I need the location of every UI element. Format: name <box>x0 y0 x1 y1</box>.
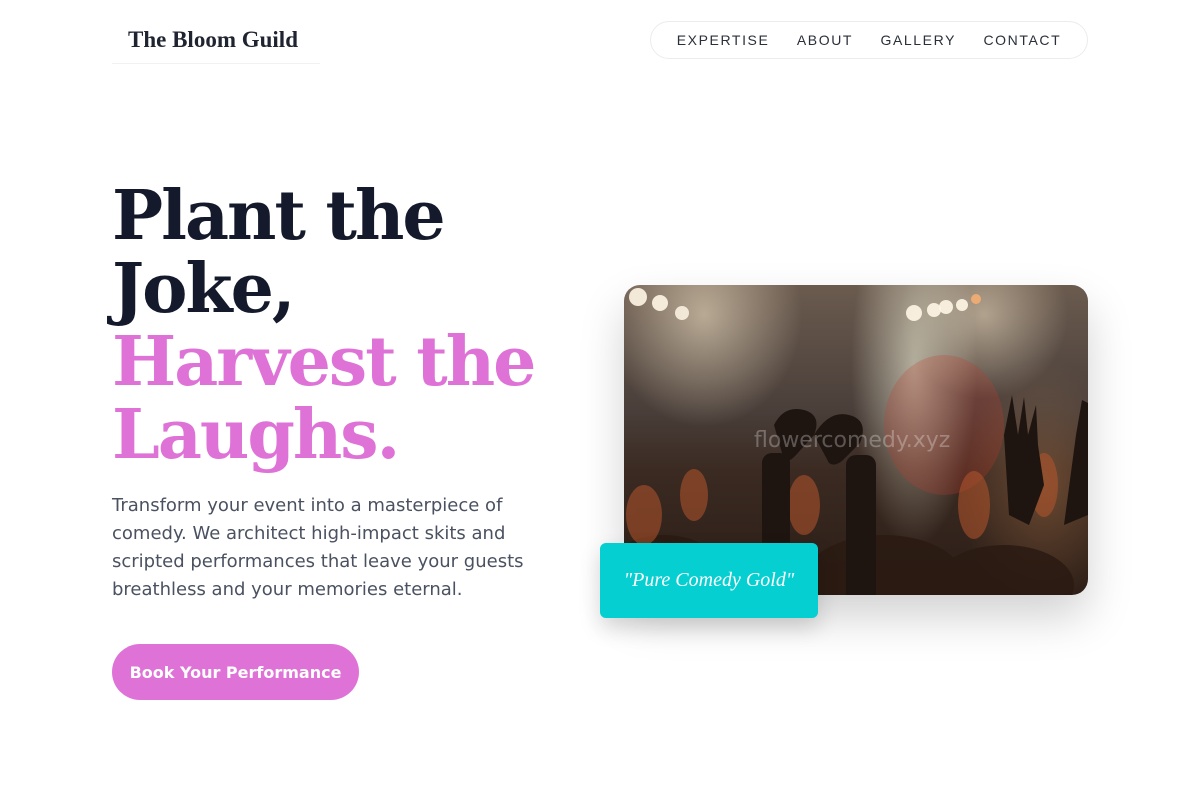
image-watermark: flowercomedy.xyz <box>754 428 951 453</box>
nav-item-contact[interactable]: CONTACT <box>983 32 1061 48</box>
brand-logo[interactable]: The Bloom Guild <box>112 22 320 64</box>
nav-item-about[interactable]: ABOUT <box>797 32 853 48</box>
headline-line-1: Plant the <box>112 176 446 256</box>
nav-item-gallery[interactable]: GALLERY <box>880 32 956 48</box>
headline-line-2: Joke, <box>112 249 296 329</box>
page: The Bloom Guild EXPERTISE ABOUT GALLERY … <box>0 0 1200 800</box>
hero-headline: Plant the Joke, Harvest the Laughs. <box>112 180 582 472</box>
quote-badge: "Pure Comedy Gold" <box>600 543 818 618</box>
nav-item-expertise[interactable]: EXPERTISE <box>677 32 770 48</box>
book-performance-button[interactable]: Book Your Performance <box>112 644 359 700</box>
hero-description: Transform your event into a masterpiece … <box>112 495 524 600</box>
main-nav: EXPERTISE ABOUT GALLERY CONTACT <box>650 21 1088 59</box>
headline-accent-line-2: Laughs. <box>112 395 400 475</box>
headline-accent-line-1: Harvest the <box>112 322 536 402</box>
